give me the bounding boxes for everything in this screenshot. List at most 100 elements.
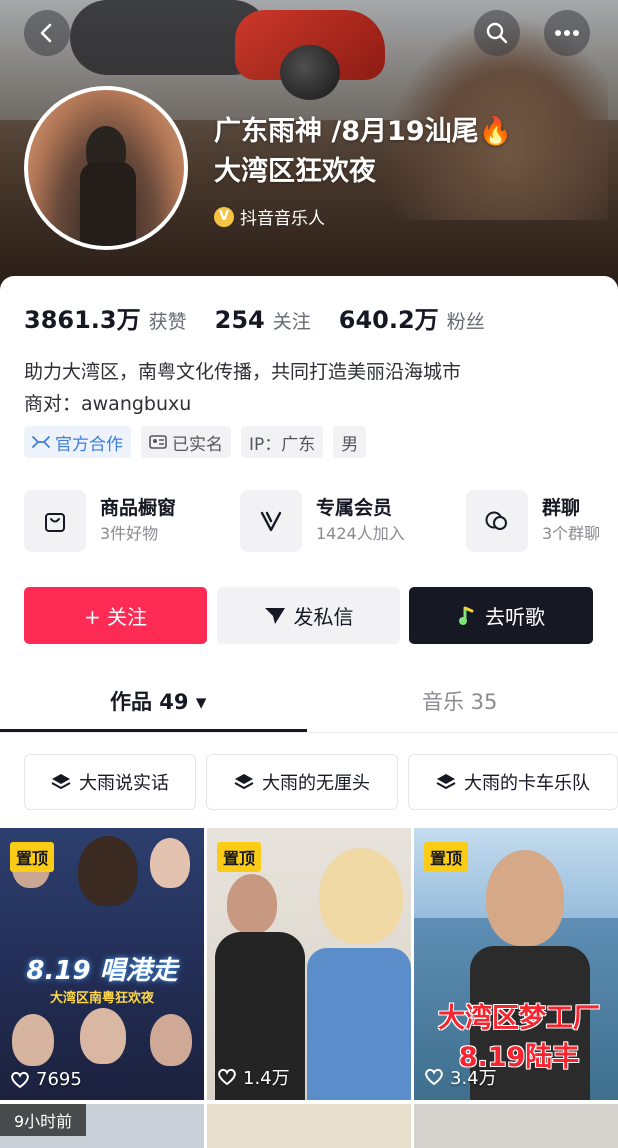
tag-official-cooperation[interactable]: 官方合作 — [24, 426, 131, 458]
feature-group-sub: 3个群聊 — [542, 524, 601, 543]
verification-label: 抖音音乐人 — [240, 209, 325, 229]
tab-works[interactable]: 作品 49 ▾ — [110, 686, 206, 716]
feature-shop-sub: 3件好物 — [100, 524, 159, 543]
video-thumbnail[interactable]: 8.19 唱港走 大湾区南粤狂欢夜 置顶 7695 — [0, 828, 204, 1100]
feature-membership[interactable]: 专属会员 1424人加入 — [240, 490, 405, 552]
stats-row: 3861.3万 获赞 254 关注 640.2万 粉丝 — [24, 300, 513, 335]
avatar[interactable] — [24, 86, 188, 250]
thumb-overlay-text: 大湾区梦工厂 8.19陆丰 — [424, 996, 614, 1074]
tabs-divider — [0, 732, 618, 733]
thumb-event-small-text: 大湾区南粤狂欢夜 — [49, 991, 154, 1006]
video-thumbnail[interactable]: 置顶 1.4万 — [207, 828, 411, 1100]
collection-item[interactable]: 大雨的卡车乐队 — [408, 754, 618, 810]
pinned-badge: 置顶 — [10, 842, 55, 872]
bio: 助力大湾区，南粤文化传播，共同打造美丽沿海城市 商对：awangbuxu — [24, 356, 461, 420]
follow-button[interactable]: + 关注 — [24, 587, 207, 644]
feature-entries: 商品橱窗 3件好物 专属会员 1424人加入 群聊 3个群聊 — [24, 490, 618, 560]
bio-line2: 商对：awangbuxu — [24, 393, 192, 415]
tag-gender-label: 男 — [341, 434, 359, 455]
video-thumbnail[interactable]: 大湾区梦工厂 8.19陆丰 置顶 3.4万 — [414, 828, 618, 1100]
layers-icon — [234, 774, 254, 790]
time-badge: 9小时前 — [0, 1104, 87, 1136]
feature-group-chat[interactable]: 群聊 3个群聊 — [466, 490, 600, 552]
tag-gender: 男 — [333, 426, 367, 458]
video-likes: 3.4万 — [424, 1064, 497, 1090]
tag-official-label: 官方合作 — [55, 434, 123, 455]
thumb-person-body — [307, 948, 411, 1100]
feature-shop-window[interactable]: 商品橱窗 3件好物 — [24, 490, 176, 552]
message-button[interactable]: 发私信 — [217, 587, 400, 644]
bio-line1: 助力大湾区，南粤文化传播，共同打造美丽沿海城市 — [24, 361, 462, 383]
verified-v-icon: V — [214, 206, 234, 227]
feature-membership-sub: 1424人加入 — [316, 524, 405, 543]
tab-music[interactable]: 音乐 35 — [422, 686, 497, 716]
listen-music-button[interactable]: 去听歌 — [409, 587, 593, 644]
shopping-bag-icon — [24, 490, 86, 552]
tag-ip-label: IP：广东 — [249, 434, 316, 455]
feature-shop-title: 商品橱窗 — [100, 497, 177, 519]
thumb-person — [319, 848, 403, 944]
thumb-event-big-text: 8.19 唱港走 — [26, 956, 178, 986]
tag-ip: IP：广东 — [241, 426, 324, 458]
nickname-line1: 广东雨神 /8月19汕尾🔥 — [214, 116, 513, 147]
search-button[interactable] — [474, 10, 520, 56]
content-tabs: 作品 49 ▾ 音乐 35 — [0, 676, 618, 734]
thumb-person — [78, 836, 138, 906]
verification-badge[interactable]: V 抖音音乐人 — [214, 204, 325, 229]
video-thumbnail[interactable] — [207, 1104, 411, 1148]
pinned-badge: 置顶 — [424, 842, 469, 872]
vip-v-icon — [240, 490, 302, 552]
paper-plane-icon — [264, 607, 285, 624]
thumb-person — [80, 1008, 126, 1064]
thumb-event-title: 8.19 唱港走 大湾区南粤狂欢夜 — [10, 950, 194, 1006]
handshake-icon — [32, 436, 50, 448]
profile-card: 3861.3万 获赞 254 关注 640.2万 粉丝 助力大湾区，南粤文化传播… — [0, 276, 618, 1148]
avatar-figure-body — [80, 162, 136, 246]
collection-label: 大雨的无厘头 — [262, 773, 370, 794]
layers-icon — [436, 774, 456, 790]
video-thumbnail[interactable]: 9小时前 — [0, 1104, 204, 1148]
thumb-person — [12, 1014, 54, 1066]
more-button[interactable] — [544, 10, 590, 56]
likes-label: 获赞 — [148, 311, 187, 333]
chevron-left-icon — [40, 23, 52, 43]
video-likes: 7695 — [10, 1069, 82, 1090]
thumb-person — [486, 850, 564, 946]
more-dots-icon — [555, 30, 579, 36]
collection-item[interactable]: 大雨说实话 — [24, 754, 196, 810]
followers-label[interactable]: 粉丝 — [447, 307, 485, 334]
video-grid: 8.19 唱港走 大湾区南粤狂欢夜 置顶 7695 置顶 1.4万 大湾区梦工厂… — [0, 828, 618, 1148]
followers-count[interactable]: 640.2万 — [339, 300, 439, 335]
thumb-overlay-line1: 大湾区梦工厂 — [438, 1003, 600, 1034]
likes-count: 3861.3万 — [24, 306, 141, 334]
video-likes-count: 3.4万 — [450, 1068, 497, 1089]
music-note-icon — [459, 606, 474, 625]
collection-item[interactable]: 大雨的无厘头 — [206, 754, 398, 810]
id-card-icon — [149, 435, 167, 449]
listen-music-label: 去听歌 — [485, 605, 545, 629]
video-thumbnail[interactable] — [414, 1104, 618, 1148]
thumb-person — [150, 1014, 192, 1066]
profile-nickname: 广东雨神 /8月19汕尾🔥 大湾区狂欢夜 — [214, 112, 594, 192]
message-label: 发私信 — [293, 605, 354, 629]
video-likes-count: 1.4万 — [243, 1068, 290, 1089]
back-button[interactable] — [24, 10, 70, 56]
thumb-person — [227, 874, 277, 934]
profile-tags: 官方合作 已实名 IP：广东 男 — [24, 426, 367, 458]
video-likes-count: 7695 — [36, 1069, 82, 1090]
collection-label: 大雨的卡车乐队 — [464, 773, 590, 794]
feature-membership-title: 专属会员 — [316, 497, 393, 519]
layers-icon — [51, 774, 71, 790]
nickname-line2: 大湾区狂欢夜 — [214, 156, 376, 187]
following-label[interactable]: 关注 — [273, 307, 311, 334]
video-likes: 1.4万 — [217, 1064, 290, 1090]
tag-verified-name: 已实名 — [141, 426, 231, 458]
heart-outline-icon — [11, 1071, 29, 1088]
collection-label: 大雨说实话 — [79, 773, 169, 794]
pinned-badge: 置顶 — [217, 842, 262, 872]
heart-outline-icon — [425, 1068, 443, 1086]
tag-verified-label: 已实名 — [172, 434, 223, 455]
collections-row: 大雨说实话 大雨的无厘头 大雨的卡车乐队 — [24, 754, 618, 810]
following-count[interactable]: 254 — [215, 306, 265, 334]
thumb-person — [150, 838, 190, 888]
